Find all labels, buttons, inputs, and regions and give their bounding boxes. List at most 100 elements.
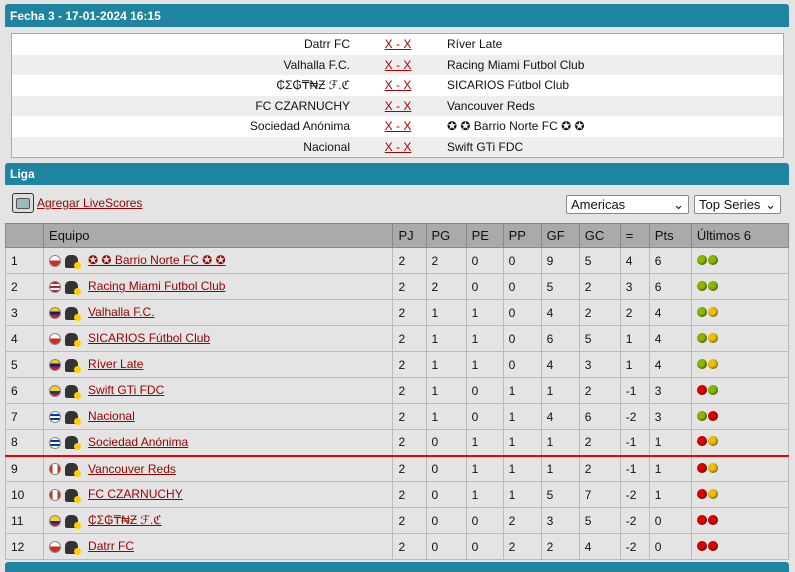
- cell-gf: 6: [540, 325, 580, 352]
- home-team: Nacional: [303, 139, 350, 154]
- region-select[interactable]: Americas ⌄: [566, 195, 689, 214]
- match-score-link[interactable]: X - X: [385, 99, 412, 113]
- team-link[interactable]: Racing Miami Futbol Club: [88, 279, 225, 293]
- position: 4: [4, 325, 45, 352]
- home-team: Datrr FC: [304, 37, 350, 52]
- result-red-icon: [696, 436, 707, 447]
- position: 9: [4, 455, 45, 482]
- away-team: ✪ ✪ Barrio Norte FC ✪ ✪: [447, 119, 585, 134]
- team-link[interactable]: Vancouver Reds: [88, 462, 176, 476]
- team-link[interactable]: Valhalla F.C.: [88, 305, 154, 319]
- manager-icon[interactable]: [65, 306, 82, 321]
- team-link[interactable]: ✪ ✪ Barrio Norte FC ✪ ✪: [88, 253, 226, 267]
- last-results: [690, 247, 790, 274]
- match-row: Datrr FC X - X Ríver Late: [12, 34, 783, 55]
- match-row: FC CZARNUCHY X - X Vancouver Reds: [12, 95, 783, 116]
- team-link[interactable]: SICARIOS Fútbol Club: [88, 331, 210, 345]
- manager-icon[interactable]: [65, 488, 82, 503]
- result-yellow-icon: [707, 306, 718, 317]
- cell-gc: 6: [578, 403, 621, 430]
- cell-gc: 5: [578, 507, 621, 534]
- match-score-link[interactable]: X - X: [385, 58, 412, 72]
- cell-pg: 2: [425, 273, 467, 300]
- position: 8: [4, 429, 45, 457]
- manager-icon[interactable]: [65, 436, 82, 451]
- cell-pj: 2: [392, 429, 427, 457]
- series-select-value: Top Series: [699, 197, 761, 212]
- team-link[interactable]: Sociedad Anónima: [88, 435, 188, 449]
- cell-dif: -1: [619, 377, 650, 404]
- column-header: [4, 223, 45, 248]
- manager-icon[interactable]: [65, 540, 82, 555]
- manager-icon[interactable]: [65, 280, 82, 295]
- team-link[interactable]: Datrr FC: [88, 539, 134, 553]
- manager-icon[interactable]: [65, 254, 82, 269]
- add-livescores-link[interactable]: Agregar LiveScores: [37, 196, 142, 210]
- tv-icon[interactable]: [12, 193, 34, 213]
- manager-icon[interactable]: [65, 410, 82, 425]
- home-team: FC CZARNUCHY: [255, 98, 350, 113]
- table-row: 4 SICARIOS Fútbol Club 21106514: [4, 325, 790, 352]
- column-header: PP: [502, 223, 542, 248]
- last-results: [690, 325, 790, 352]
- cell-gf: 4: [540, 299, 580, 326]
- chevron-down-icon: ⌄: [673, 196, 684, 212]
- manager-icon[interactable]: [65, 332, 82, 347]
- cell-gf: 4: [540, 403, 580, 430]
- team-link[interactable]: Swift GTi FDC: [88, 383, 164, 397]
- cell-pts: 4: [648, 351, 692, 378]
- column-header: PJ: [392, 223, 427, 248]
- standings-table: Equipo PJ PG PE PP GF GC = Pts Últimos 6 1 ✪ ✪ Ba…: [4, 223, 790, 560]
- match-score-link[interactable]: X - X: [385, 37, 412, 51]
- cell-pg: 0: [425, 455, 467, 482]
- position: 10: [4, 481, 45, 508]
- away-team: Racing Miami Futbol Club: [447, 57, 585, 72]
- position: 3: [4, 299, 45, 326]
- cell-gc: 3: [578, 351, 621, 378]
- table-row: 8 Sociedad Anónima 2 0 1 1 1 2 -1 1: [4, 429, 790, 457]
- cell-dif: 1: [619, 351, 650, 378]
- team-link[interactable]: ₵Σ₲₸₦Ƶ ℱ.ℭ: [88, 513, 162, 527]
- cell-pp: 1: [502, 481, 542, 508]
- footer-bar: [5, 562, 789, 572]
- cell-pe: 1: [465, 299, 504, 326]
- team-link[interactable]: Ríver Late: [88, 357, 143, 371]
- cell-pe: 1: [465, 351, 504, 378]
- table-row: 11 ₵Σ₲₸₦Ƶ ℱ.ℭ 2 0 0 2 3 5 -2 0: [4, 507, 790, 534]
- cell-pe: 0: [465, 533, 504, 560]
- team-link[interactable]: FC CZARNUCHY: [88, 487, 183, 501]
- cell-pe: 0: [465, 377, 504, 404]
- manager-icon[interactable]: [65, 514, 82, 529]
- cell-gf: 5: [540, 481, 580, 508]
- manager-icon[interactable]: [65, 462, 82, 477]
- result-red-icon: [696, 384, 707, 395]
- last-results: [690, 507, 790, 534]
- column-header: PE: [465, 223, 504, 248]
- match-score-link[interactable]: X - X: [385, 78, 412, 92]
- cell-pts: 4: [648, 299, 692, 326]
- column-header: Pts: [648, 223, 692, 248]
- manager-icon[interactable]: [65, 358, 82, 373]
- cell-pp: 1: [502, 403, 542, 430]
- home-team: ₵Σ₲₸₦Ƶ ℱ.ℭ: [276, 78, 350, 93]
- flag-canada-icon: [49, 463, 62, 476]
- flag-chile-icon: [49, 333, 62, 346]
- team-link[interactable]: Nacional: [88, 409, 135, 423]
- cell-dif: 3: [619, 273, 650, 300]
- flag-colombia-icon: [49, 515, 62, 528]
- last-results: [690, 299, 790, 326]
- cell-gf: 1: [540, 377, 580, 404]
- flag-colombia-icon: [49, 385, 62, 398]
- match-score-link[interactable]: X - X: [385, 140, 412, 154]
- liga-header: Liga: [5, 163, 789, 185]
- match-score-link[interactable]: X - X: [385, 119, 412, 133]
- manager-icon[interactable]: [65, 384, 82, 399]
- result-red-icon: [696, 462, 707, 473]
- position: 7: [4, 403, 45, 430]
- series-select[interactable]: Top Series ⌄: [694, 195, 781, 214]
- cell-gc: 7: [578, 481, 621, 508]
- result-yellow-icon: [707, 436, 718, 447]
- flag-uruguay-icon: [49, 411, 62, 424]
- cell-pp: 1: [502, 377, 542, 404]
- result-yellow-icon: [707, 358, 718, 369]
